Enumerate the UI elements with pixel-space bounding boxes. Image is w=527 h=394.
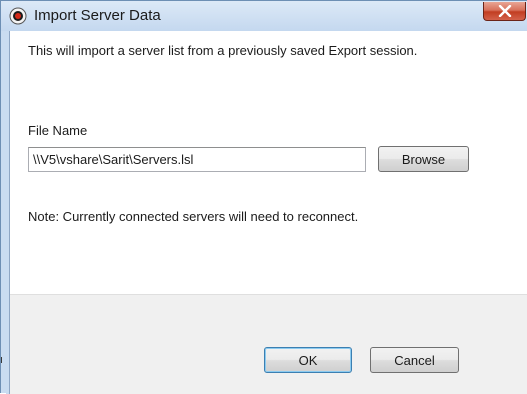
browse-button[interactable]: Browse [378, 146, 469, 172]
close-button[interactable] [483, 2, 526, 21]
dialog-footer [10, 295, 527, 394]
dialog-window: Import Server Data This will import a se… [0, 0, 527, 394]
record-icon [9, 7, 27, 25]
file-name-input[interactable] [28, 147, 366, 172]
window-edge-mark [1, 357, 2, 363]
note-text: Note: Currently connected servers will n… [28, 209, 359, 224]
file-name-label: File Name [28, 123, 88, 138]
cancel-button[interactable]: Cancel [370, 347, 459, 373]
close-icon [498, 5, 512, 17]
intro-text: This will import a server list from a pr… [28, 43, 418, 58]
title-bar[interactable]: Import Server Data [1, 1, 527, 31]
window-title: Import Server Data [34, 7, 161, 24]
ok-button[interactable]: OK [264, 347, 352, 373]
